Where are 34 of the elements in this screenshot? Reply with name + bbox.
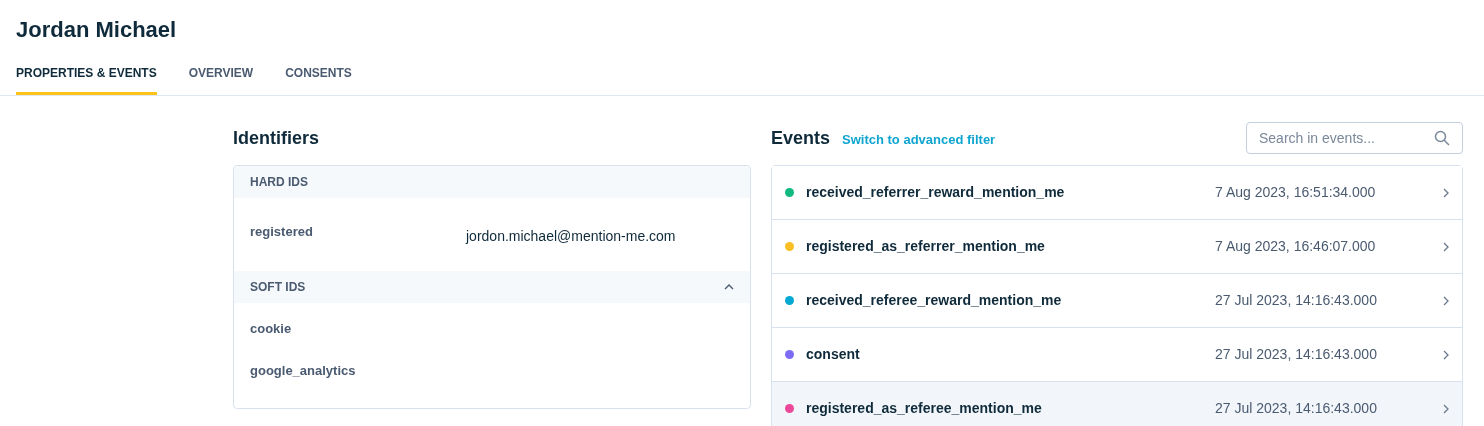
event-time: 7 Aug 2023, 16:46:07.000 <box>1215 237 1377 256</box>
event-row[interactable]: received_referrer_reward_mention_me 7 Aug 2023, 16:51:34.000 <box>772 166 1462 220</box>
group-label: HARD IDS <box>250 174 308 191</box>
event-name: registered_as_referee_mention_me <box>806 399 1043 418</box>
chevron-right-icon[interactable] <box>1443 349 1449 360</box>
event-name: received_referrer_reward_mention_me <box>806 183 1066 202</box>
chevron-right-icon[interactable] <box>1443 241 1449 252</box>
group-label: SOFT IDS <box>250 279 306 296</box>
chevron-right-icon[interactable] <box>1443 295 1449 306</box>
page-title: Jordan Michael <box>16 16 178 44</box>
event-name: registered_as_referrer_mention_me <box>806 237 1046 256</box>
event-time: 7 Aug 2023, 16:51:34.000 <box>1215 183 1377 202</box>
tab[interactable]: PROPERTIES & EVENTS <box>16 64 157 95</box>
event-time: 27 Jul 2023, 14:16:43.000 <box>1215 345 1378 364</box>
search-field[interactable]: Search in events... <box>1246 122 1463 154</box>
identifier-name: cookie <box>250 320 293 338</box>
section-title: Identifiers <box>233 126 320 150</box>
identifier-value: jordon.michael@mention-me.com <box>466 227 676 246</box>
tab[interactable]: OVERVIEW <box>188 64 254 95</box>
section-title: Events <box>771 126 831 150</box>
search-icon[interactable] <box>1434 130 1450 146</box>
chevron-right-icon[interactable] <box>1443 187 1449 198</box>
event-row[interactable]: registered_as_referee_mention_me 27 Jul 2023, 14:16:43.000 <box>772 382 1462 426</box>
event-name: received_referee_reward_mention_me <box>806 291 1063 310</box>
tab[interactable]: CONSENTS <box>285 64 352 95</box>
identifier-name: registered <box>250 223 314 241</box>
chevron-right-icon[interactable] <box>1443 403 1449 414</box>
event-time: 27 Jul 2023, 14:16:43.000 <box>1215 399 1378 418</box>
group-header[interactable]: SOFT IDS <box>234 271 750 303</box>
event-name: consent <box>806 345 861 364</box>
chevron-up-icon[interactable] <box>724 284 734 290</box>
identifier-name: google_analytics <box>250 361 357 380</box>
event-time: 27 Jul 2023, 14:16:43.000 <box>1215 291 1378 310</box>
search-input[interactable]: Search in events... <box>1259 127 1419 149</box>
